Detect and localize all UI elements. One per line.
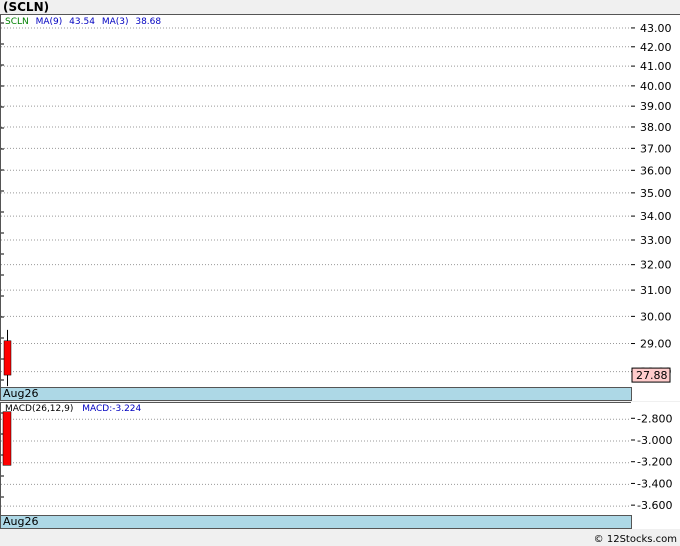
macd-bar bbox=[2, 411, 12, 466]
price-tick-label: 34.00 bbox=[640, 210, 672, 223]
legend-ma3-label: MA(3) bbox=[101, 17, 129, 27]
last-price-label: 27.88 bbox=[636, 369, 668, 382]
date-strip-bottom: Aug26 bbox=[0, 515, 632, 529]
macd-label: MACD(26,12,9) bbox=[5, 404, 74, 414]
price-tick-label: 32.00 bbox=[640, 259, 672, 272]
macd-tick-label: -3.000 bbox=[637, 434, 672, 447]
price-tick-label: 36.00 bbox=[640, 164, 672, 177]
price-tick-label: 42.00 bbox=[640, 41, 672, 54]
date-strip-top: Aug26 bbox=[0, 387, 632, 401]
chart-title: (SCLN) bbox=[3, 0, 50, 14]
price-tick-label: 43.00 bbox=[640, 22, 672, 35]
macd-value: MACD:-3.224 bbox=[82, 404, 142, 414]
macd-tick-label: -2.800 bbox=[637, 412, 672, 425]
macd-tick-label: -3.600 bbox=[637, 499, 672, 512]
site-credit: © 12Stocks.com bbox=[593, 534, 677, 545]
candle-body bbox=[3, 340, 12, 376]
macd-axis-labels: -2.800 -3.000 -3.200 -3.400 -3.600 bbox=[631, 412, 672, 512]
legend-ma3-value: 38.68 bbox=[135, 17, 162, 27]
price-tick-label: 38.00 bbox=[640, 121, 672, 134]
price-tick-label: 37.00 bbox=[640, 142, 672, 155]
macd-panel: MACD(26,12,9) MACD:-3.224 bbox=[0, 402, 633, 516]
price-tick-label: 39.00 bbox=[640, 100, 672, 113]
price-tick-label: 29.00 bbox=[640, 338, 672, 351]
price-tick-label: 35.00 bbox=[640, 187, 672, 200]
price-tick-label: 41.00 bbox=[640, 60, 672, 73]
price-tick-label: 33.00 bbox=[640, 234, 672, 247]
legend-ma9-label: MA(9) bbox=[35, 17, 63, 27]
legend-ma9-value: 43.54 bbox=[69, 17, 95, 27]
price-axis: 43.00 42.00 41.00 40.00 39.00 38.00 37.00 36.00… bbox=[631, 14, 680, 401]
macd-chart bbox=[1, 411, 633, 507]
macd-tick-label: -3.200 bbox=[637, 456, 672, 469]
price-tick-label: 31.00 bbox=[640, 284, 672, 297]
price-tick-label: 30.00 bbox=[640, 310, 672, 323]
price-tick-label: 40.00 bbox=[640, 80, 672, 93]
macd-tick-label: -3.400 bbox=[637, 477, 672, 490]
price-chart bbox=[1, 22, 633, 387]
price-axis-labels: 43.00 42.00 41.00 40.00 39.00 38.00 37.00 36.00… bbox=[631, 22, 672, 383]
macd-axis: -2.800 -3.000 -3.200 -3.400 -3.600 bbox=[631, 402, 680, 529]
legend-symbol: SCLN bbox=[5, 17, 29, 27]
macd-legend: MACD(26,12,9) MACD:-3.224 bbox=[5, 404, 141, 414]
price-panel: SCLN MA(9) 43.54 MA(3) 38.68 bbox=[0, 14, 633, 388]
price-legend: SCLN MA(9) 43.54 MA(3) 38.68 bbox=[5, 17, 161, 27]
